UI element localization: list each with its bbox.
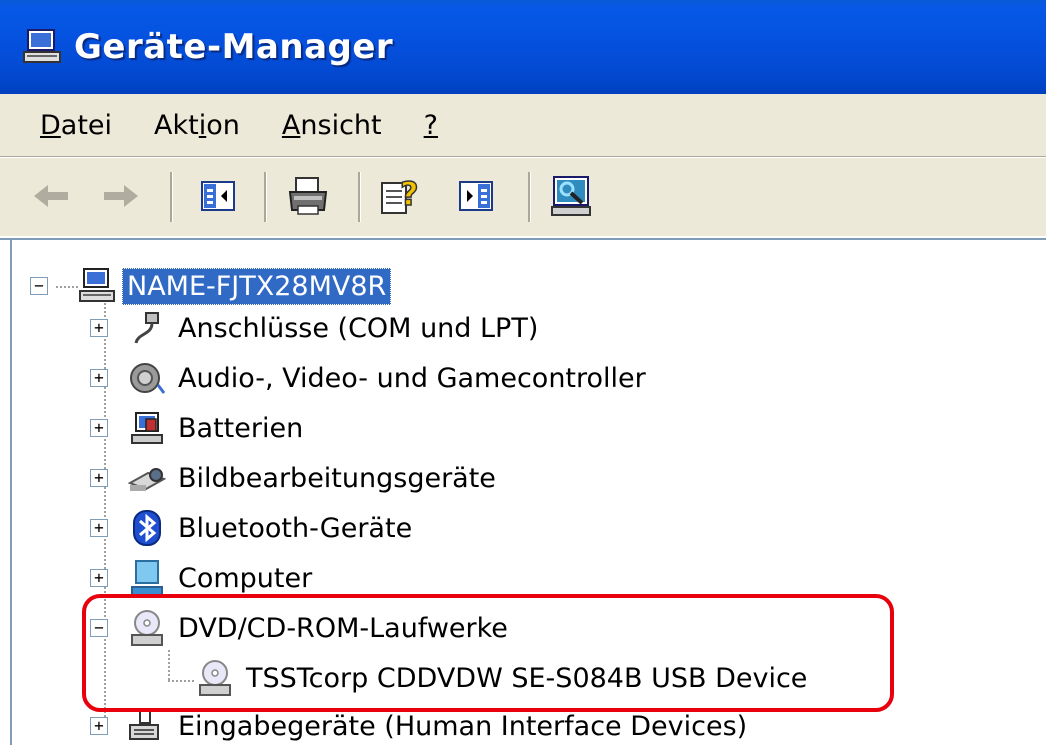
menu-ansicht[interactable]: Ansicht xyxy=(282,110,382,141)
forward-arrow-icon xyxy=(104,185,138,207)
properties-pane-icon xyxy=(459,181,493,211)
computer-icon xyxy=(79,268,115,302)
show-hide-tree-button[interactable] xyxy=(194,172,242,220)
port-connector-icon xyxy=(134,312,159,344)
tree-item-label: Batterien xyxy=(178,412,304,444)
tree-root-row[interactable]: − NAME-FJTX28MV8R xyxy=(30,264,392,308)
tree-item-audio[interactable]: + Audio-, Video- und Gamecontroller xyxy=(90,356,646,400)
tree-item-label: Eingabegeräte (Human Interface Devices) xyxy=(178,710,748,742)
tree-item-label: Bildbearbeitungsgeräte xyxy=(178,462,496,494)
print-button[interactable] xyxy=(284,172,332,220)
battery-icon xyxy=(131,412,163,444)
tree-item-batteries[interactable]: + Batterien xyxy=(90,406,303,450)
menu-datei-rest: atei xyxy=(60,109,113,141)
help-icon: ? xyxy=(381,175,419,214)
expand-toggle[interactable]: + xyxy=(90,319,108,337)
back-arrow-icon xyxy=(34,185,68,207)
scan-hardware-icon xyxy=(551,176,591,216)
pane-left-border xyxy=(10,238,12,745)
menu-help[interactable]: ? xyxy=(424,110,438,141)
toolbar-separator xyxy=(170,172,173,222)
forward-button[interactable] xyxy=(96,172,144,220)
monitor-icon xyxy=(131,560,163,596)
menu-aktion-pre: Akt xyxy=(154,109,199,141)
menu-datei-accel: D xyxy=(40,109,61,141)
tree-item-imaging[interactable]: + Bildbearbeitungsgeräte xyxy=(90,456,496,500)
toolbar-separator xyxy=(264,172,267,222)
scanner-camera-icon xyxy=(128,468,166,491)
menu-ansicht-accel: A xyxy=(281,109,301,141)
toolbar: ? xyxy=(0,158,1046,236)
help-button[interactable]: ? xyxy=(378,172,426,220)
scan-hardware-button[interactable] xyxy=(548,172,596,220)
tree-item-label: Bluetooth-Geräte xyxy=(178,512,413,544)
printer-icon xyxy=(288,177,328,215)
back-button[interactable] xyxy=(28,172,76,220)
tree-item-bluetooth[interactable]: + Bluetooth-Geräte xyxy=(90,506,412,550)
tree-item-ports[interactable]: + Anschlüsse (COM und LPT) xyxy=(90,306,538,350)
tree-item-label: Computer xyxy=(178,562,313,594)
menu-ansicht-rest: nsicht xyxy=(300,109,382,141)
tree-item-label: Audio-, Video- und Gamecontroller xyxy=(178,362,646,394)
expand-toggle[interactable]: + xyxy=(90,717,108,735)
highlight-annotation xyxy=(82,594,894,712)
toolbar-separator xyxy=(358,172,361,222)
root-computer-name[interactable]: NAME-FJTX28MV8R xyxy=(122,267,392,305)
tree-item-label: Anschlüsse (COM und LPT) xyxy=(178,312,539,344)
menu-help-accel: ? xyxy=(423,109,438,141)
expand-toggle[interactable]: + xyxy=(90,519,108,537)
window-title: Geräte-Manager xyxy=(74,27,394,67)
expand-toggle[interactable]: + xyxy=(90,369,108,387)
speaker-icon xyxy=(130,363,166,394)
expand-toggle[interactable]: + xyxy=(90,569,108,587)
title-bar[interactable]: Geräte-Manager xyxy=(0,0,1046,94)
menu-datei[interactable]: Datei xyxy=(40,110,112,141)
menu-bar: Datei Aktion Ansicht ? xyxy=(0,94,1046,156)
toolbar-separator xyxy=(528,172,531,222)
bluetooth-icon xyxy=(133,510,161,546)
device-manager-icon xyxy=(23,29,61,63)
console-tree-icon xyxy=(201,181,235,211)
menu-aktion[interactable]: Aktion xyxy=(154,110,240,141)
expand-toggle[interactable]: + xyxy=(90,469,108,487)
menu-aktion-rest: on xyxy=(206,109,240,141)
svg-text:?: ? xyxy=(400,175,419,213)
expand-toggle[interactable]: + xyxy=(90,419,108,437)
keyboard-mouse-icon xyxy=(129,710,159,740)
properties-button[interactable] xyxy=(452,172,500,220)
collapse-toggle[interactable]: − xyxy=(30,277,48,295)
